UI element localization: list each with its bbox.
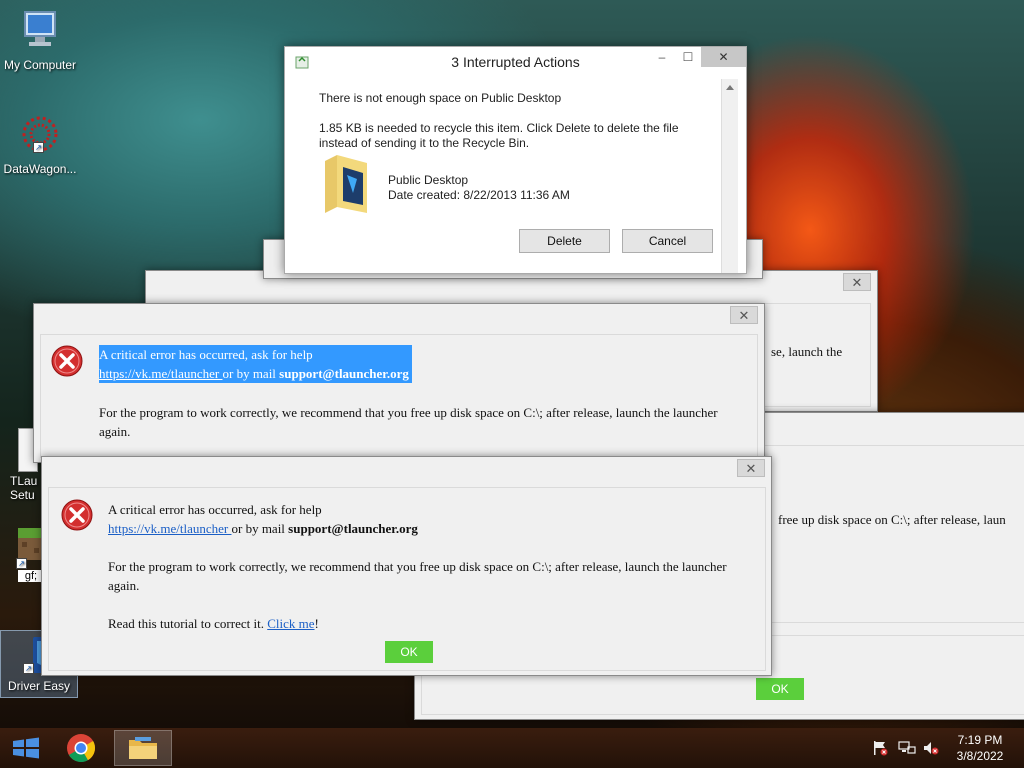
support-email: support@tlauncher.org — [279, 366, 409, 381]
vk-link[interactable]: https://vk.me/tlauncher — [108, 521, 231, 536]
title-bar: ✕ — [34, 304, 764, 332]
dialog-content: A critical error has occurred, ask for h… — [40, 334, 758, 458]
click-me-link[interactable]: Click me — [267, 616, 314, 631]
tutorial-suffix: ! — [314, 616, 319, 631]
error-dialog-middle: ✕ A critical error has occurred, ask for… — [33, 303, 765, 463]
close-icon[interactable]: ✕ — [843, 273, 871, 291]
error-icon — [61, 499, 93, 531]
ok-button[interactable]: OK — [756, 678, 804, 700]
dialog-heading: There is not enough space on Public Desk… — [319, 91, 562, 105]
tray-network-icon[interactable] — [898, 740, 916, 756]
interrupted-actions-dialog: 3 Interrupted Actions – ☐ ✕ There is not… — [284, 46, 747, 274]
message-fragment: free up disk space on C:\; after release… — [778, 512, 1006, 527]
selected-text: A critical error has occurred, ask for h… — [99, 345, 413, 383]
minimize-button[interactable]: – — [649, 47, 675, 67]
title-bar: 3 Interrupted Actions – ☐ ✕ — [285, 47, 746, 79]
error-icon — [51, 345, 83, 377]
close-icon[interactable]: ✕ — [730, 306, 758, 324]
taskbar: 7:19 PM 3/8/2022 — [0, 728, 1024, 768]
desktop-icon-label: TLau Setu — [10, 474, 38, 502]
cancel-button[interactable]: Cancel — [622, 229, 713, 253]
desktop-icon-my-computer[interactable]: My Computer — [0, 8, 80, 72]
tray-flag-icon[interactable] — [872, 740, 888, 756]
scrollbar[interactable] — [721, 79, 738, 273]
ok-button[interactable]: OK — [385, 641, 433, 663]
desktop-icon-label: Driver Easy — [7, 679, 70, 693]
datawagon-icon: ↗ — [19, 112, 61, 160]
close-icon[interactable]: ✕ — [737, 459, 765, 477]
error-line: A critical error has occurred, ask for h… — [108, 502, 322, 517]
window-controls: – ☐ ✕ — [649, 47, 746, 67]
computer-icon — [19, 8, 61, 56]
desktop-icon-label: My Computer — [3, 58, 77, 72]
item-date: Date created: 8/22/2013 11:36 AM — [388, 188, 570, 202]
vk-link[interactable]: https://vk.me/tlauncher — [99, 366, 222, 381]
desktop-icon-datawagon[interactable]: ↗ DataWagon... — [0, 112, 80, 176]
tutorial-line: Read this tutorial to correct it. Click … — [108, 614, 319, 633]
desktop-icon-minecraft[interactable]: ↗ gf; — [0, 528, 46, 582]
error-dialog-front: ✕ A critical error has occurred, ask for… — [41, 456, 772, 676]
dialog-message: 1.85 KB is needed to recycle this item. … — [319, 121, 679, 150]
mail-prefix: or by mail — [222, 366, 280, 381]
maximize-button[interactable]: ☐ — [675, 47, 701, 67]
error-paragraph: For the program to work correctly, we re… — [108, 559, 727, 593]
mail-prefix: or by mail — [231, 521, 289, 536]
dialog-content: A critical error has occurred, ask for h… — [48, 487, 766, 671]
error-paragraph: For the program to work correctly, we re… — [99, 405, 718, 439]
support-email: support@tlauncher.org — [288, 521, 418, 536]
shortcut-arrow-icon: ↗ — [16, 558, 27, 569]
message-fragment: se, launch the — [771, 344, 843, 359]
help-line: https://vk.me/tlauncher or by mail suppo… — [99, 364, 412, 383]
title-bar: ✕ — [42, 457, 771, 483]
tray-volume-icon[interactable] — [922, 740, 940, 756]
close-button[interactable]: ✕ — [701, 47, 746, 67]
clock[interactable]: 7:19 PM 3/8/2022 — [950, 732, 1010, 764]
start-icon[interactable] — [0, 730, 54, 766]
help-line: https://vk.me/tlauncher or by mail suppo… — [108, 519, 418, 538]
scroll-up-icon — [726, 85, 734, 90]
chrome-icon[interactable] — [54, 730, 108, 766]
clock-time: 7:19 PM — [957, 733, 1003, 747]
shortcut-arrow-icon: ↗ — [23, 663, 34, 674]
item-name: Public Desktop — [388, 173, 469, 187]
file-explorer-icon[interactable] — [114, 730, 172, 766]
tutorial-prefix: Read this tutorial to correct it. — [108, 616, 268, 631]
desktop-icon-label: DataWagon... — [3, 162, 77, 176]
dialog-content: There is not enough space on Public Desk… — [293, 79, 723, 273]
delete-button[interactable]: Delete — [519, 229, 610, 253]
error-line: A critical error has occurred, ask for h… — [99, 347, 313, 362]
clock-date: 3/8/2022 — [956, 749, 1004, 763]
folder-icon — [323, 153, 369, 215]
shortcut-arrow-icon: ↗ — [33, 142, 44, 153]
